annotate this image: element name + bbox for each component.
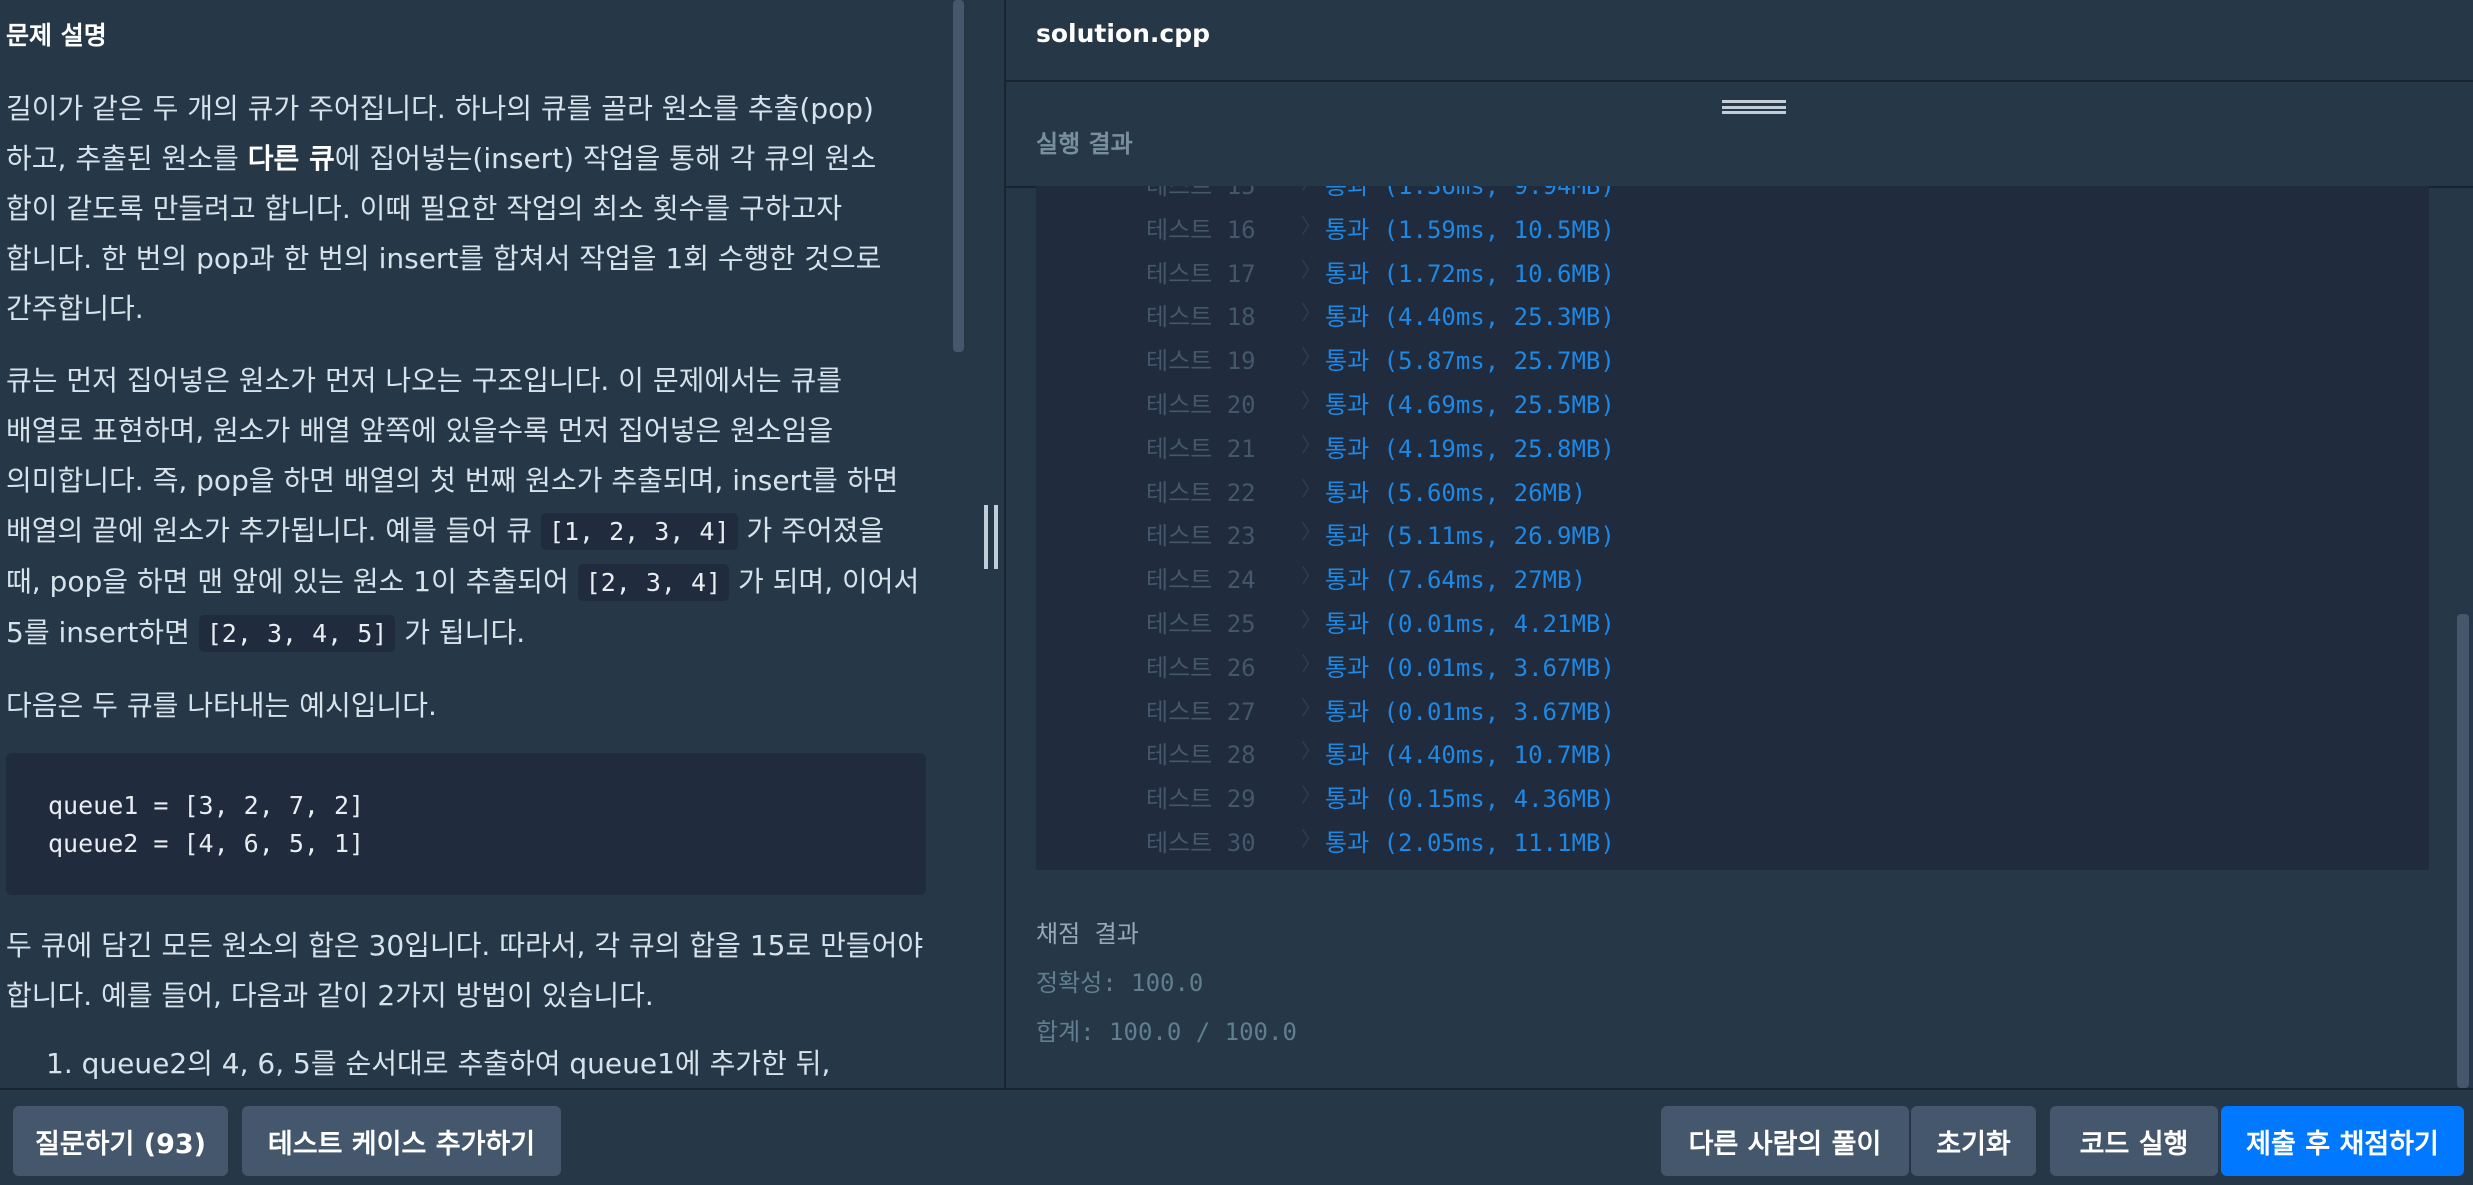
test-result: 통과 (2.05ms, 11.1MB): [1325, 829, 1615, 857]
test-result: 통과 (0.01ms, 3.67MB): [1325, 697, 1615, 726]
add-testcase-button[interactable]: 테스트 케이스 추가하기: [242, 1106, 561, 1176]
chevron-right-icon: 〉: [1301, 520, 1321, 545]
file-tab[interactable]: solution.cpp: [1036, 19, 1210, 48]
chevron-right-icon: 〉: [1301, 345, 1321, 370]
test-label: 테스트 29: [1146, 785, 1256, 814]
test-label: 테스트 24: [1146, 566, 1256, 595]
test-result: 통과 (4.19ms, 25.8MB): [1325, 434, 1615, 463]
chevron-right-icon: 〉: [1301, 827, 1321, 851]
chevron-right-icon: 〉: [1301, 739, 1321, 764]
test-label: 테스트 20: [1146, 391, 1256, 419]
test-label: 테스트 26: [1146, 653, 1256, 682]
code-line-2: queue2 = [4, 6, 5, 1]: [48, 829, 365, 858]
test-label: 테스트 21: [1146, 434, 1256, 463]
chevron-right-icon: 〉: [1301, 389, 1321, 413]
editor-panel: solution.cpp 실행 결과 테스트 15 〉 통과 (1.36ms, 9.…: [1006, 0, 2473, 1088]
test-result: 통과 (0.01ms, 4.21MB): [1325, 610, 1615, 638]
grading-result: 채점 결과 정확성: 100.0 합계: 100.0 / 100.0: [1036, 914, 1297, 1047]
example-code-block: queue1 = [3, 2, 7, 2] queue2 = [4, 6, 5,…: [6, 753, 926, 895]
reset-button[interactable]: 초기화: [1911, 1106, 2036, 1176]
inline-code-2: [2, 3, 4]: [577, 564, 730, 601]
grading-accuracy: 정확성: 100.0: [1036, 969, 1204, 997]
problem-description: 문제 설명 길이가 같은 두 개의 큐가 주어집니다. 하나의 큐를 골라 원소…: [6, 0, 926, 1088]
chevron-right-icon: 〉: [1301, 783, 1321, 808]
divider: [1006, 80, 2473, 82]
method-list: 1. queue2의 4, 6, 5를 순서대로 추출하여 queue1에 추가…: [46, 1043, 926, 1088]
question-button[interactable]: 질문하기 (93): [13, 1106, 228, 1176]
chevron-right-icon: 〉: [1301, 695, 1321, 720]
list-item: 1. queue2의 4, 6, 5를 순서대로 추출하여 queue1에 추가…: [46, 1047, 831, 1080]
bottom-toolbar: 질문하기 (93) 테스트 케이스 추가하기 다른 사람의 풀이 초기화 코드 …: [0, 1088, 2473, 1185]
grading-total: 합계: 100.0 / 100.0: [1036, 1018, 1297, 1046]
chevron-right-icon: 〉: [1301, 476, 1321, 501]
test-label: 테스트 27: [1146, 697, 1256, 726]
problem-heading: 문제 설명: [6, 21, 107, 50]
test-label: 테스트 18: [1146, 303, 1256, 332]
test-result: 통과 (0.01ms, 3.67MB): [1325, 653, 1615, 682]
test-label: 테스트 30: [1146, 829, 1256, 857]
test-result: 통과 (1.59ms, 10.5MB): [1325, 215, 1615, 244]
chevron-right-icon: 〉: [1301, 257, 1321, 282]
problem-paragraph-3: 다음은 두 큐를 나타내는 예시입니다.: [6, 689, 437, 722]
drag-handle-icon[interactable]: [1722, 100, 1786, 114]
test-result: 통과 (4.40ms, 25.3MB): [1325, 303, 1615, 332]
problem-paragraph-4: 두 큐에 담긴 모든 원소의 합은 30입니다. 따라서, 각 큐의 합을 15…: [6, 929, 924, 1012]
chevron-right-icon: 〉: [1301, 432, 1321, 457]
test-label: 테스트 17: [1146, 259, 1256, 288]
test-result: 통과 (4.69ms, 25.5MB): [1325, 391, 1615, 419]
result-title: 실행 결과: [1036, 130, 1133, 158]
test-label: 테스트 28: [1146, 741, 1256, 770]
p1-bold: 다른 큐: [247, 142, 335, 175]
app-root: 문제 설명 길이가 같은 두 개의 큐가 주어집니다. 하나의 큐를 골라 원소…: [0, 0, 2473, 1185]
test-result: 통과 (5.87ms, 25.7MB): [1325, 347, 1615, 376]
test-result: 통과 (0.15ms, 4.36MB): [1325, 785, 1615, 814]
test-result: 통과 (1.72ms, 10.6MB): [1325, 259, 1615, 288]
chevron-right-icon: 〉: [1301, 301, 1321, 326]
inline-code-1: [1, 2, 3, 4]: [540, 513, 738, 550]
test-result: 통과 (4.40ms, 10.7MB): [1325, 741, 1615, 770]
problem-scrollbar[interactable]: [953, 0, 964, 352]
test-result: 통과 (1.36ms, 9.94MB): [1325, 186, 1615, 200]
problem-paragraph-1: 길이가 같은 두 개의 큐가 주어집니다. 하나의 큐를 골라 원소를 추출(p…: [6, 84, 926, 334]
test-label: 테스트 16: [1146, 215, 1256, 244]
chevron-right-icon: 〉: [1301, 651, 1321, 676]
test-label: 테스트 15: [1146, 186, 1256, 200]
others-solutions-button[interactable]: 다른 사람의 풀이: [1661, 1106, 1909, 1176]
test-label: 테스트 23: [1146, 522, 1256, 551]
problem-panel[interactable]: 문제 설명 길이가 같은 두 개의 큐가 주어집니다. 하나의 큐를 골라 원소…: [0, 0, 1004, 1088]
grading-title: 채점 결과: [1036, 920, 1139, 948]
chevron-right-icon: 〉: [1301, 213, 1321, 238]
submit-button[interactable]: 제출 후 채점하기: [2221, 1106, 2464, 1176]
result-console[interactable]: 테스트 15〉통과 (1.36ms, 9.94MB)테스트 16〉통과 (1.5…: [1036, 186, 2429, 870]
inline-code-3: [2, 3, 4, 5]: [198, 615, 396, 652]
code-line-1: queue1 = [3, 2, 7, 2]: [48, 791, 365, 820]
chevron-right-icon: 〉: [1301, 564, 1321, 589]
test-label: 테스트 25: [1146, 610, 1256, 638]
result-scrollbar[interactable]: [2457, 614, 2469, 1088]
p2-text-d: 가 됩니다.: [395, 616, 526, 649]
run-code-button[interactable]: 코드 실행: [2050, 1106, 2218, 1176]
chevron-right-icon: 〉: [1301, 186, 1321, 195]
chevron-right-icon: 〉: [1301, 608, 1321, 632]
test-result: 통과 (5.60ms, 26MB): [1325, 478, 1586, 507]
problem-paragraph-2: 큐는 먼저 집어넣은 원소가 먼저 나오는 구조입니다. 이 문제에서는 큐를 …: [6, 356, 926, 659]
test-label: 테스트 19: [1146, 347, 1256, 376]
test-label: 테스트 22: [1146, 478, 1256, 507]
test-result: 통과 (5.11ms, 26.9MB): [1325, 522, 1615, 551]
test-result: 통과 (7.64ms, 27MB): [1325, 566, 1586, 595]
resize-handle-icon[interactable]: [982, 505, 1000, 569]
